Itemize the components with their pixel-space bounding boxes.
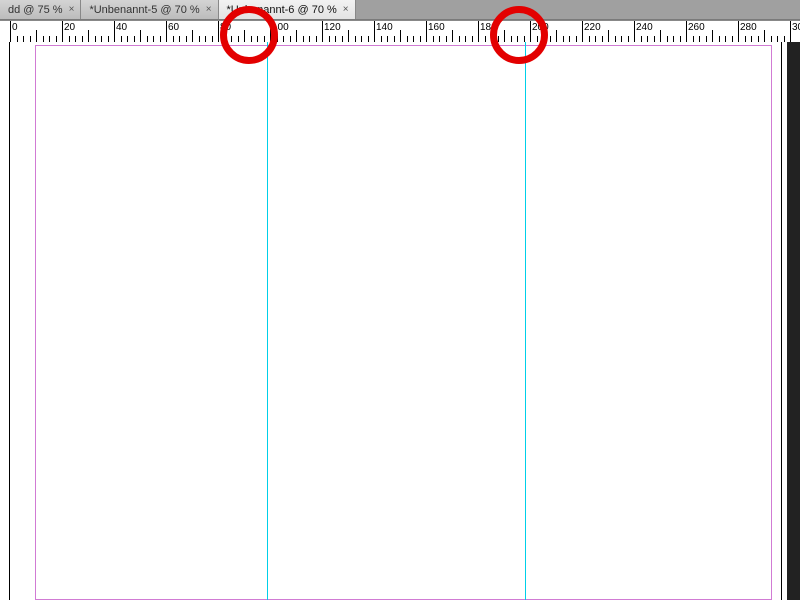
document-canvas[interactable] xyxy=(0,42,800,600)
tab-label: *Unbenannt-5 @ 70 % xyxy=(89,4,199,16)
margin-frame xyxy=(35,45,772,600)
horizontal-ruler[interactable]: 0204060801001201401601802002202402602803… xyxy=(0,20,800,44)
close-icon[interactable]: × xyxy=(69,5,75,15)
vertical-guide[interactable] xyxy=(525,42,526,600)
close-icon[interactable]: × xyxy=(206,5,212,15)
close-icon[interactable]: × xyxy=(343,5,349,15)
tab-document-2[interactable]: *Unbenannt-5 @ 70 % × xyxy=(81,0,218,19)
pasteboard-edge xyxy=(787,42,800,600)
vertical-guide[interactable] xyxy=(267,42,268,600)
tab-document-1[interactable]: dd @ 75 % × xyxy=(0,0,81,19)
tab-label: *Unbenannt-6 @ 70 % xyxy=(227,4,337,16)
tab-document-3[interactable]: *Unbenannt-6 @ 70 % × xyxy=(219,0,356,19)
tab-label: dd @ 75 % xyxy=(8,4,63,16)
document-tabs: dd @ 75 % × *Unbenannt-5 @ 70 % × *Unben… xyxy=(0,0,800,20)
